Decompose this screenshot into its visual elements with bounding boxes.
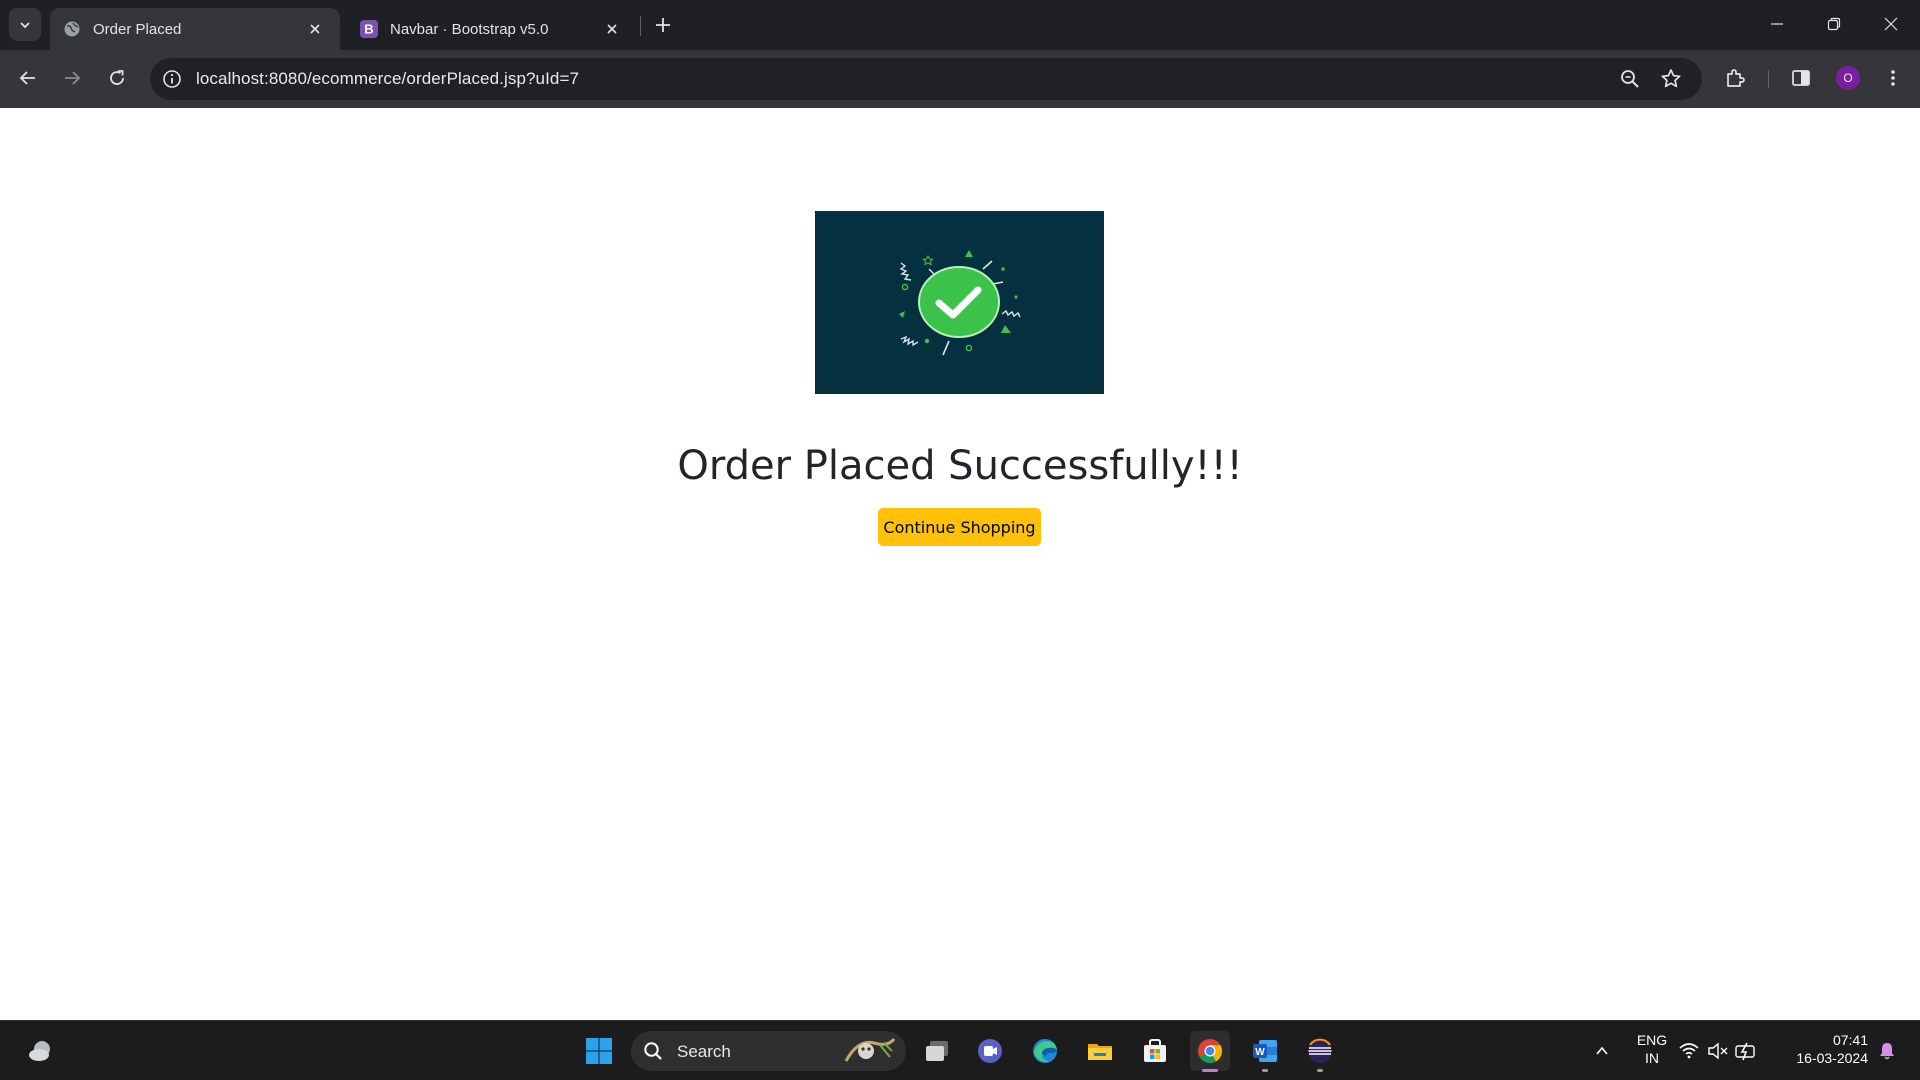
search-icon [643, 1041, 663, 1061]
toolbar-divider [1768, 70, 1769, 88]
side-panel-icon [1792, 70, 1810, 86]
svg-text:W: W [1255, 1047, 1265, 1058]
forward-button[interactable] [56, 62, 88, 94]
new-tab-button[interactable] [650, 12, 676, 38]
chevron-down-icon [20, 21, 30, 28]
svg-text:B: B [364, 22, 373, 37]
restore-icon [1827, 17, 1841, 31]
active-app-indicator [1202, 1069, 1218, 1072]
globe-icon [63, 20, 81, 38]
task-view-icon [926, 1041, 948, 1061]
tab-divider [640, 16, 641, 36]
chrome-menu-button[interactable] [1878, 63, 1908, 93]
plus-icon [656, 18, 670, 32]
order-success-image [815, 211, 1104, 394]
restore-button[interactable] [1805, 0, 1863, 48]
notifications-button[interactable] [1872, 1031, 1902, 1071]
show-hidden-icons-button[interactable] [1582, 1031, 1622, 1071]
side-panel-button[interactable] [1786, 63, 1816, 93]
word-icon: W [1253, 1040, 1277, 1062]
clock[interactable]: 07:41 16-03-2024 [1778, 1031, 1868, 1067]
site-info-icon[interactable] [160, 67, 184, 91]
browser-tab-strip: Order Placed B Navbar · Bootstrap v5.0 [0, 0, 1920, 50]
chrome-button[interactable] [1190, 1031, 1230, 1072]
chevron-up-icon [1596, 1046, 1608, 1055]
bell-icon [1880, 1043, 1894, 1060]
widgets-button[interactable] [21, 1031, 61, 1071]
teams-icon [978, 1039, 1002, 1063]
clock-date: 16-03-2024 [1796, 1050, 1868, 1066]
extensions-button[interactable] [1720, 63, 1750, 93]
clock-time: 07:41 [1832, 1032, 1868, 1048]
page-title: Order Placed Successfully!!! [677, 443, 1243, 489]
close-tab-icon[interactable] [601, 18, 623, 40]
teams-button[interactable] [970, 1031, 1010, 1071]
file-explorer-button[interactable] [1080, 1031, 1120, 1071]
back-arrow-icon [19, 71, 35, 85]
continue-shopping-button[interactable]: Continue Shopping [878, 508, 1041, 546]
start-button[interactable] [579, 1031, 619, 1071]
browser-toolbar: localhost:8080/ecommerce/orderPlaced.jsp… [0, 50, 1920, 108]
input-language-indicator[interactable]: ENG IN [1626, 1031, 1678, 1067]
address-bar[interactable]: localhost:8080/ecommerce/orderPlaced.jsp… [150, 58, 1702, 100]
folder-icon [1088, 1044, 1112, 1060]
speaker-muted-icon [1708, 1042, 1728, 1060]
search-highlight-illustration [840, 1035, 898, 1067]
search-placeholder: Search [677, 1042, 731, 1061]
eclipse-icon [1308, 1038, 1332, 1063]
close-tab-icon[interactable] [304, 18, 326, 40]
puzzle-icon [1727, 69, 1745, 87]
minimize-button[interactable] [1748, 0, 1806, 48]
edge-icon [1033, 1039, 1057, 1063]
close-window-button[interactable] [1862, 0, 1920, 48]
close-icon [1884, 17, 1898, 31]
region-label: IN [1645, 1050, 1659, 1066]
reload-button[interactable] [101, 62, 133, 94]
battery-charging-icon [1735, 1042, 1755, 1061]
tab-title: Navbar · Bootstrap v5.0 [390, 20, 549, 38]
kebab-menu-icon [1891, 70, 1895, 86]
tab-order-placed[interactable]: Order Placed [50, 8, 340, 50]
language-label: ENG [1636, 1032, 1668, 1048]
eclipse-button[interactable] [1300, 1031, 1340, 1072]
bookmark-star-icon[interactable] [1659, 67, 1683, 91]
minimize-icon [1771, 23, 1783, 25]
windows-taskbar: Search W ENG IN 07:41 16-03-2024 [0, 1020, 1920, 1080]
url-text[interactable]: localhost:8080/ecommerce/orderPlaced.jsp… [196, 69, 579, 89]
reload-icon [110, 70, 124, 85]
zoom-icon[interactable] [1618, 67, 1642, 91]
forward-arrow-icon [65, 71, 81, 85]
windows-logo-icon [586, 1038, 612, 1064]
wifi-icon [1679, 1043, 1699, 1059]
store-button[interactable] [1135, 1031, 1175, 1071]
taskbar-search[interactable]: Search [631, 1031, 906, 1071]
tab-title: Order Placed [93, 20, 182, 38]
running-app-indicator [1262, 1069, 1268, 1072]
word-button[interactable]: W [1245, 1031, 1285, 1072]
bootstrap-logo-icon: B [360, 20, 378, 38]
tab-navbar-bootstrap[interactable]: B Navbar · Bootstrap v5.0 [347, 8, 637, 50]
page-content: Order Placed Successfully!!! Continue Sh… [0, 108, 1920, 1020]
task-view-button[interactable] [917, 1031, 957, 1071]
edge-button[interactable] [1025, 1031, 1065, 1071]
profile-avatar[interactable]: O [1836, 66, 1860, 90]
chrome-icon [1198, 1039, 1223, 1064]
back-button[interactable] [12, 62, 44, 94]
running-app-indicator [1317, 1069, 1323, 1072]
store-icon [1144, 1039, 1166, 1062]
tab-search-button[interactable] [9, 8, 41, 41]
weather-cloud-icon [29, 1041, 50, 1061]
quick-settings-button[interactable] [1676, 1031, 1766, 1071]
